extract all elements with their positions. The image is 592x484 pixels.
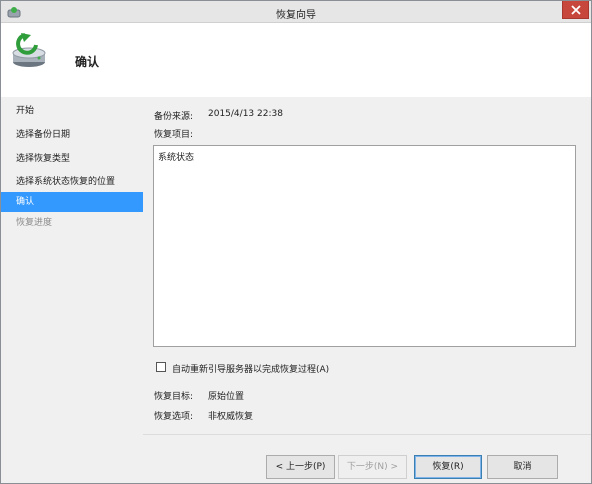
wizard-content: 备份来源: 2015/4/13 22:38 恢复项目: 系统状态 自动重新引导服… bbox=[143, 97, 591, 483]
restore-items-label: 恢复项目: bbox=[154, 130, 194, 140]
close-icon bbox=[570, 4, 581, 15]
auto-restart-label[interactable]: 自动重新引导服务器以完成恢复过程(A) bbox=[172, 362, 329, 375]
close-button[interactable] bbox=[562, 1, 589, 19]
restore-options-value: 非权威恢复 bbox=[208, 412, 254, 422]
title-bar[interactable]: 恢复向导 bbox=[1, 1, 591, 23]
restore-button[interactable]: 恢复(R) bbox=[414, 455, 482, 479]
page-title: 确认 bbox=[75, 55, 100, 69]
backup-source-value: 2015/4/13 22:38 bbox=[208, 109, 283, 119]
auto-restart-checkbox[interactable] bbox=[156, 362, 166, 372]
sidebar-item-restore-type[interactable]: 选择恢复类型 bbox=[1, 149, 143, 169]
next-button: 下一步(N) > bbox=[338, 455, 407, 479]
sidebar-item-confirm[interactable]: 确认 bbox=[1, 192, 143, 212]
restore-target-value: 原始位置 bbox=[208, 392, 245, 402]
restore-target-label: 恢复目标: bbox=[154, 392, 194, 402]
sidebar-item-backup-date[interactable]: 选择备份日期 bbox=[1, 125, 143, 145]
window-title: 恢复向导 bbox=[276, 10, 316, 21]
list-item[interactable]: 系统状态 bbox=[158, 150, 194, 163]
back-button[interactable]: < 上一步(P) bbox=[266, 455, 335, 479]
sidebar-item-progress: 恢复进度 bbox=[16, 218, 53, 228]
footer-divider bbox=[143, 434, 591, 435]
restore-drive-icon bbox=[12, 33, 46, 67]
sidebar-item-restore-location[interactable]: 选择系统状态恢复的位置 bbox=[1, 172, 143, 192]
sidebar-item-start[interactable]: 开始 bbox=[1, 101, 143, 121]
wizard-header: 确认 bbox=[1, 23, 591, 97]
restore-options-label: 恢复选项: bbox=[154, 412, 194, 422]
wizard-steps-sidebar: 开始 选择备份日期 选择恢复类型 选择系统状态恢复的位置 确认 恢复进度 bbox=[1, 97, 143, 483]
cancel-button[interactable]: 取消 bbox=[487, 455, 558, 479]
restore-items-list[interactable]: 系统状态 bbox=[153, 145, 576, 347]
restore-wizard-window: 恢复向导 确认 开始 选择备份日期 选择恢复类型 选择系统状态恢复的位置 确认 … bbox=[0, 0, 592, 484]
backup-source-label: 备份来源: bbox=[154, 112, 194, 122]
